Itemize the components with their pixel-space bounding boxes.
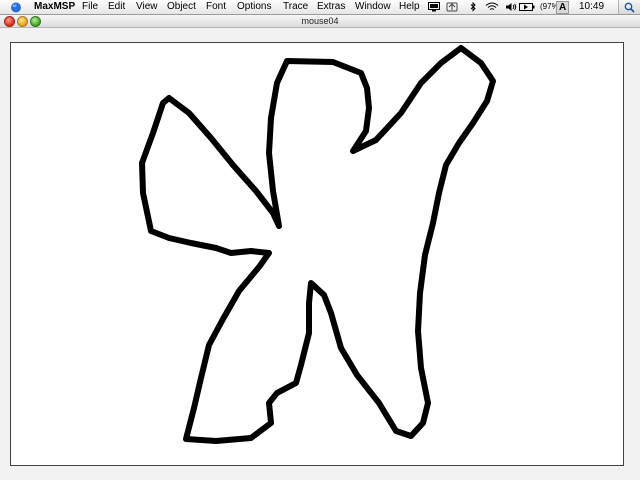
patcher-window: mouse04 bbox=[0, 15, 640, 480]
menu-bar: MaxMSP File Edit View Object Font Option… bbox=[0, 0, 640, 15]
spotlight-icon bbox=[624, 2, 635, 13]
menu-window[interactable]: Window bbox=[355, 0, 391, 14]
input-menu[interactable]: A bbox=[556, 1, 570, 14]
menu-font[interactable]: Font bbox=[206, 0, 226, 14]
bluetooth-icon[interactable] bbox=[467, 2, 479, 12]
menu-clock[interactable]: 10:49 bbox=[579, 0, 604, 14]
menu-view[interactable]: View bbox=[136, 0, 158, 14]
drawing-surface bbox=[139, 45, 496, 444]
menu-file[interactable]: File bbox=[82, 0, 98, 14]
menu-options[interactable]: Options bbox=[237, 0, 271, 14]
freehand-stroke bbox=[139, 45, 496, 444]
window-title: mouse04 bbox=[301, 16, 339, 26]
wifi-icon[interactable] bbox=[485, 2, 499, 12]
menu-trace[interactable]: Trace bbox=[283, 0, 308, 14]
menu-object[interactable]: Object bbox=[167, 0, 196, 14]
menu-edit[interactable]: Edit bbox=[108, 0, 125, 14]
display-icon[interactable] bbox=[428, 2, 440, 12]
drawing-canvas[interactable] bbox=[10, 42, 624, 466]
apple-menu-icon[interactable] bbox=[10, 1, 22, 13]
menu-help[interactable]: Help bbox=[399, 0, 420, 14]
sync-icon[interactable] bbox=[446, 2, 458, 12]
menu-app-name[interactable]: MaxMSP bbox=[34, 0, 75, 14]
menu-extras[interactable]: Extras bbox=[317, 0, 345, 14]
battery-icon[interactable] bbox=[519, 2, 535, 12]
volume-icon[interactable] bbox=[505, 2, 517, 12]
window-titlebar[interactable]: mouse04 bbox=[0, 15, 640, 28]
spotlight-button[interactable] bbox=[618, 0, 640, 14]
